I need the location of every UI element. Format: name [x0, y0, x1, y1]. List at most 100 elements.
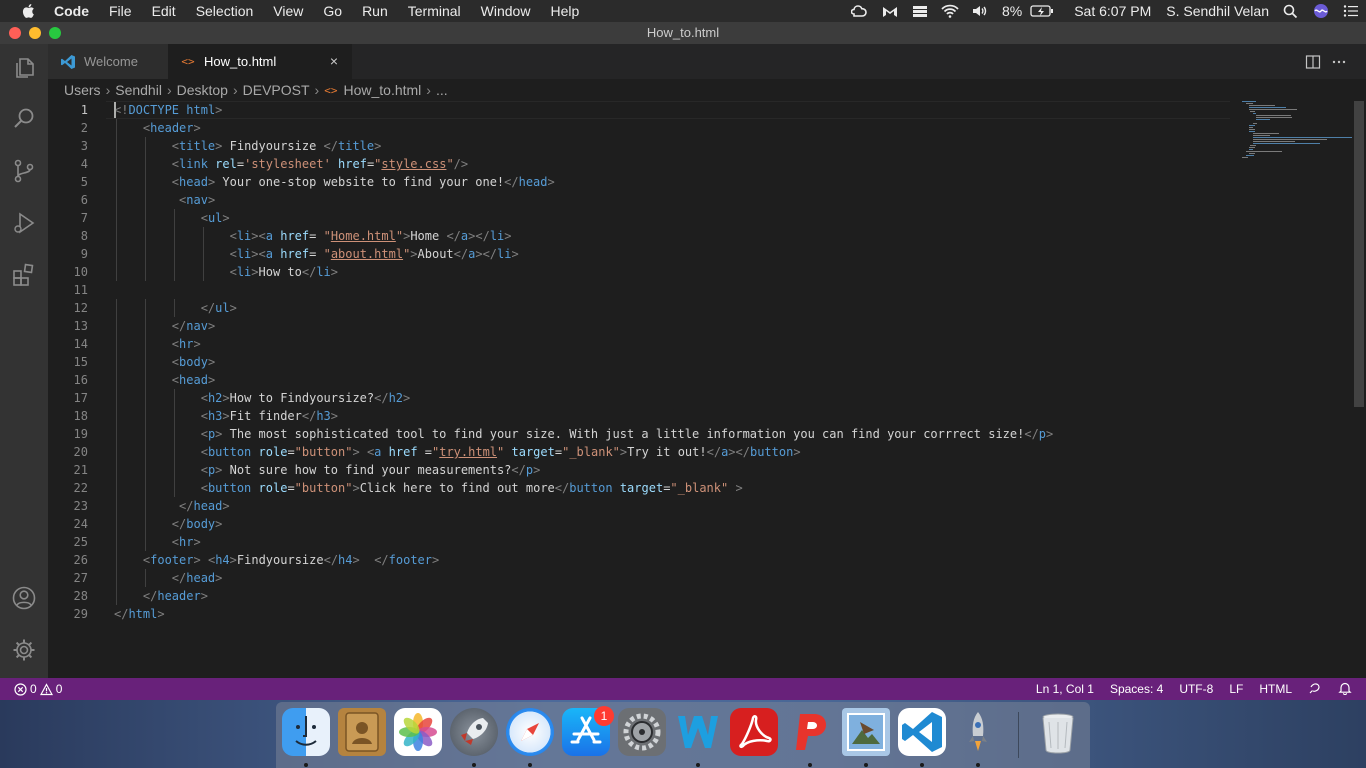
- vertical-scrollbar[interactable]: [1352, 101, 1366, 678]
- explorer-button[interactable]: [0, 44, 48, 92]
- storage-icon[interactable]: [911, 3, 929, 19]
- code-editor[interactable]: 1 2 3 4 5 6 7 8 9 10 11 12 13 14 15 16 17 18 19 20 21 22 23 24 2…: [48, 101, 1366, 678]
- breadcrumb-desktop[interactable]: Desktop: [177, 82, 228, 98]
- finder-icon[interactable]: [282, 708, 330, 756]
- running-indicator: [304, 763, 308, 767]
- source-control-button[interactable]: [0, 147, 48, 195]
- code-line[interactable]: </body>: [114, 515, 223, 533]
- code-line[interactable]: <!DOCTYPE html>: [114, 101, 222, 119]
- code-line[interactable]: <h2>How to Findyoursize?</h2>: [114, 389, 411, 407]
- code-line[interactable]: </nav>: [114, 317, 215, 335]
- current-user[interactable]: S. Sendhil Velan: [1166, 3, 1269, 19]
- manage-button[interactable]: [0, 626, 48, 674]
- encoding[interactable]: UTF-8: [1179, 682, 1213, 696]
- breadcrumb-devpost[interactable]: DEVPOST: [243, 82, 310, 98]
- preview-icon[interactable]: [842, 708, 890, 756]
- code-line[interactable]: <nav>: [114, 191, 215, 209]
- indent-guide: [115, 533, 117, 551]
- creative-cloud-icon[interactable]: [850, 3, 869, 19]
- warning-count: 0: [55, 682, 63, 696]
- rocket-icon[interactable]: [954, 708, 1002, 756]
- problems-indicator[interactable]: 0 0: [14, 678, 62, 700]
- code-line[interactable]: <li><a href= "about.html">About</a></li>: [114, 245, 519, 263]
- system-preferences-icon[interactable]: [618, 708, 666, 756]
- siri-icon[interactable]: [1312, 3, 1330, 19]
- code-line[interactable]: <h3>Fit finder</h3>: [114, 407, 338, 425]
- tab-how-to-html[interactable]: <> How_to.html ×: [168, 44, 352, 79]
- run-debug-button[interactable]: [0, 199, 48, 247]
- breadcrumb-file[interactable]: How_to.html: [343, 82, 421, 98]
- code-line[interactable]: </html>: [114, 605, 165, 623]
- code-line[interactable]: <p> The most sophisticated tool to find …: [114, 425, 1054, 443]
- more-actions-icon[interactable]: [1326, 52, 1352, 72]
- close-tab-icon[interactable]: ×: [326, 53, 342, 69]
- safari-icon[interactable]: [506, 708, 554, 756]
- spotlight-search-icon[interactable]: [1282, 3, 1300, 19]
- vscode-icon[interactable]: [898, 708, 946, 756]
- acrobat-icon[interactable]: [730, 708, 778, 756]
- split-editor-icon[interactable]: [1300, 52, 1326, 72]
- menu-window[interactable]: Window: [471, 0, 541, 22]
- contacts-icon[interactable]: [338, 708, 386, 756]
- menu-help[interactable]: Help: [540, 0, 589, 22]
- code-line[interactable]: </ul>: [114, 299, 237, 317]
- code-line[interactable]: <header>: [114, 119, 201, 137]
- code-line[interactable]: </head>: [114, 569, 223, 587]
- search-button[interactable]: [0, 95, 48, 143]
- code-line[interactable]: <title> Findyoursize </title>: [114, 137, 382, 155]
- code-line[interactable]: <link rel='stylesheet' href="style.css"/…: [114, 155, 468, 173]
- trash-icon[interactable]: [1034, 708, 1082, 756]
- scrollbar-thumb[interactable]: [1354, 101, 1364, 407]
- volume-icon[interactable]: [971, 3, 989, 19]
- breadcrumb-sendhil[interactable]: Sendhil: [115, 82, 162, 98]
- code-line[interactable]: <footer> <h4>Findyoursize</h4> </footer>: [114, 551, 439, 569]
- code-line[interactable]: </header>: [114, 587, 208, 605]
- indent-guide: [173, 263, 175, 281]
- feedback-icon[interactable]: [1308, 681, 1322, 698]
- malwarebytes-icon[interactable]: [881, 3, 899, 19]
- code-line[interactable]: <body>: [114, 353, 215, 371]
- notifications-bell-icon[interactable]: [1338, 681, 1352, 698]
- clock[interactable]: Sat 6:07 PM: [1074, 3, 1151, 19]
- menu-go[interactable]: Go: [313, 0, 352, 22]
- code-line[interactable]: <button role="button">Click here to find…: [114, 479, 743, 497]
- code-line[interactable]: <hr>: [114, 533, 201, 551]
- end-of-line[interactable]: LF: [1229, 682, 1243, 696]
- battery-charging-icon[interactable]: [1030, 3, 1054, 19]
- extensions-button[interactable]: [0, 251, 48, 299]
- indentation[interactable]: Spaces: 4: [1110, 682, 1163, 696]
- photos-icon[interactable]: [394, 708, 442, 756]
- notification-center-icon[interactable]: [1342, 3, 1360, 19]
- line-number: 22: [73, 481, 88, 495]
- wps-presentation-icon[interactable]: [786, 708, 834, 756]
- breadcrumb-symbols[interactable]: ...: [436, 82, 448, 98]
- language-mode[interactable]: HTML: [1259, 682, 1292, 696]
- breadcrumb-users[interactable]: Users: [64, 82, 101, 98]
- apple-logo-icon[interactable]: [20, 2, 38, 20]
- code-line[interactable]: <head> Your one-stop website to find you…: [114, 173, 555, 191]
- code-line[interactable]: <head>: [114, 371, 215, 389]
- indent-guide: [144, 137, 146, 155]
- code-line[interactable]: <hr>: [114, 335, 201, 353]
- menu-code[interactable]: Code: [54, 0, 99, 22]
- tab-welcome[interactable]: Welcome: [48, 44, 168, 79]
- code-line[interactable]: <button role="button"> <a href ="try.htm…: [114, 443, 801, 461]
- launchpad-icon[interactable]: [450, 708, 498, 756]
- code-line[interactable]: <p> Not sure how to find your measuremen…: [114, 461, 541, 479]
- code-line[interactable]: <ul>: [114, 209, 230, 227]
- menu-selection[interactable]: Selection: [186, 0, 264, 22]
- code-line[interactable]: <li>How to</li>: [114, 263, 338, 281]
- minimap[interactable]: [1242, 101, 1352, 161]
- cursor-position[interactable]: Ln 1, Col 1: [1036, 682, 1094, 696]
- extensions-icon: [13, 263, 34, 286]
- code-line[interactable]: </head>: [114, 497, 230, 515]
- menu-run[interactable]: Run: [352, 0, 398, 22]
- menu-view[interactable]: View: [263, 0, 313, 22]
- wifi-icon[interactable]: [941, 3, 959, 19]
- menu-terminal[interactable]: Terminal: [398, 0, 471, 22]
- menu-file[interactable]: File: [99, 0, 142, 22]
- minimap-line: [1245, 151, 1283, 152]
- accounts-button[interactable]: [0, 574, 48, 622]
- menu-edit[interactable]: Edit: [142, 0, 186, 22]
- word-icon[interactable]: [674, 708, 722, 756]
